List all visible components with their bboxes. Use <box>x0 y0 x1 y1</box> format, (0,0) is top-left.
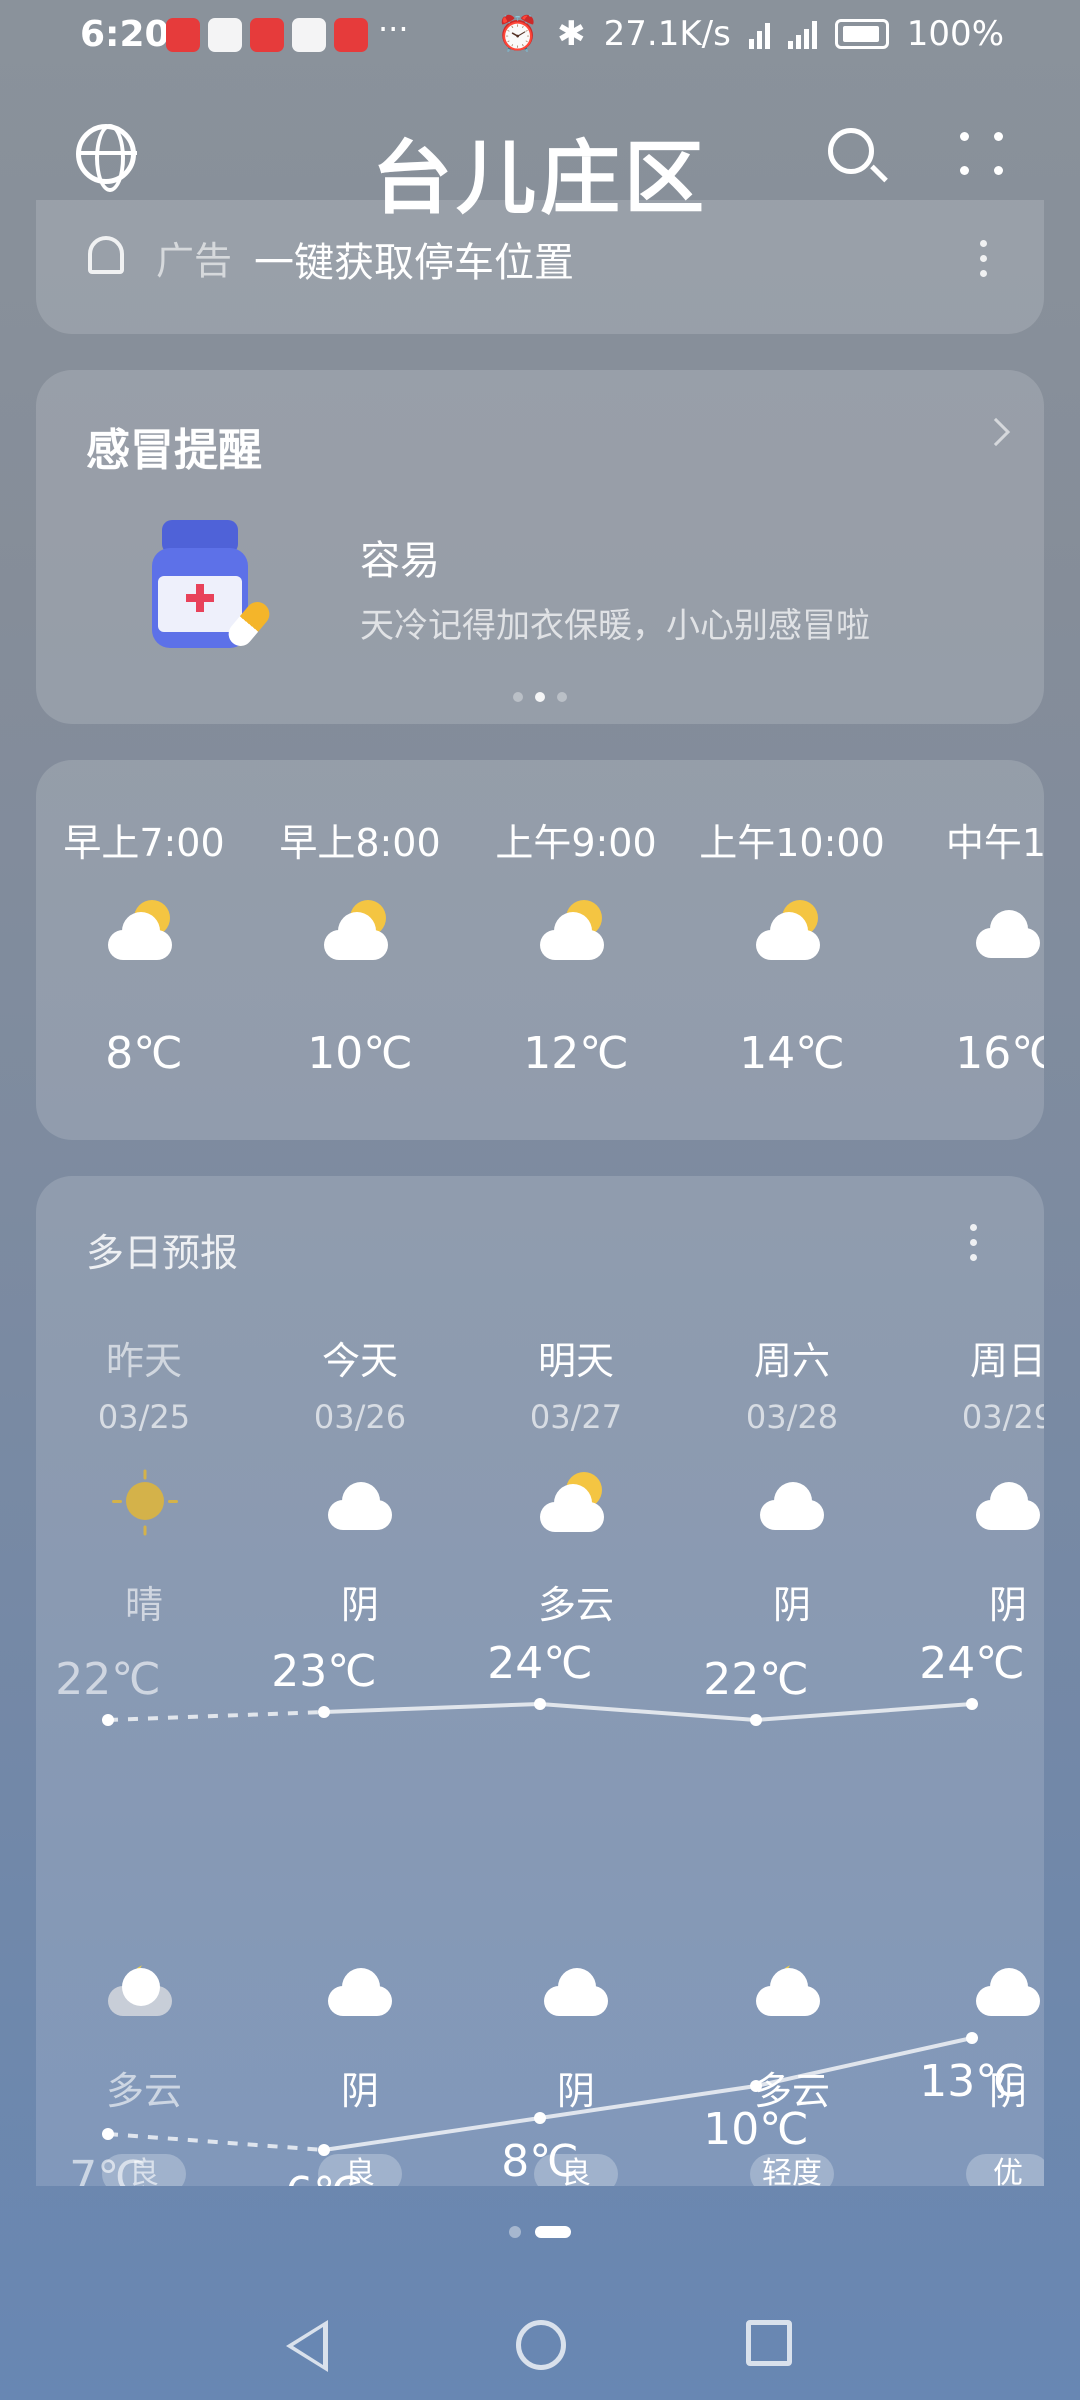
temperature-curve-chart: 22℃ 7℃ 23℃ 6℃ 24℃ 8℃ 22℃ 10℃ 24℃ 13℃ <box>55 1638 1024 2186</box>
hour-item[interactable]: 早上8:00 10℃ <box>252 760 468 1140</box>
low-temp-label: 8℃ <box>501 2136 578 2186</box>
high-temp-segment <box>107 1710 325 1722</box>
hour-time: 上午9:00 <box>495 821 657 865</box>
high-temp-point <box>102 1714 114 1726</box>
high-temp-point <box>534 1698 546 1710</box>
hour-temp: 14℃ <box>739 1028 845 1079</box>
hour-time: 上午10:00 <box>699 821 885 865</box>
high-temp-label: 22℃ <box>703 1654 808 1705</box>
recent-apps-icon[interactable] <box>746 2320 792 2366</box>
ad-tag: 广告 <box>156 239 233 283</box>
app-notification-icon <box>250 18 284 52</box>
low-temp-label: 10℃ <box>703 2104 808 2155</box>
ad-card[interactable]: 广告 一键获取停车位置 <box>36 200 1044 334</box>
ad-text: 一键获取停车位置 <box>254 240 574 286</box>
home-icon[interactable] <box>516 2320 566 2370</box>
low-temp-point <box>750 2080 762 2092</box>
hourly-forecast-card[interactable]: 早上7:00 8℃ 早上8:00 10℃ 上午9:00 12℃ 上午10:00 … <box>36 760 1044 1140</box>
status-bar: 6:20 ··· ⏰ ✱ 27.1K/s 100% <box>0 0 1080 72</box>
alarm-icon: ⏰ <box>496 14 540 54</box>
high-temp-segment <box>539 1702 757 1722</box>
high-temp-segment <box>323 1702 541 1714</box>
flu-description: 天冷记得加衣保暖，小心别感冒啦 <box>360 606 870 646</box>
low-temp-segment <box>107 2132 325 2152</box>
hour-temp: 8℃ <box>105 1028 183 1079</box>
low-temp-label: 13℃ <box>919 2056 1024 2107</box>
network-speed: 27.1K/s <box>603 14 731 54</box>
bell-icon <box>88 236 124 274</box>
hour-temp: 10℃ <box>307 1028 413 1079</box>
status-right: ⏰ ✱ 27.1K/s 100% <box>497 14 1004 54</box>
hour-temp: 16℃ <box>955 1028 1044 1079</box>
hour-item[interactable]: 上午9:00 12℃ <box>468 760 684 1140</box>
notification-icons <box>166 18 368 52</box>
low-temp-point <box>534 2112 546 2124</box>
navigation-bar <box>0 2300 1080 2400</box>
partly-cloudy-icon <box>540 900 614 960</box>
low-temp-label: 7℃ <box>69 2152 146 2186</box>
low-temp-point <box>966 2032 978 2044</box>
huawei-app-icon <box>166 18 200 52</box>
high-temp-label: 24℃ <box>487 1638 592 1689</box>
high-temp-point <box>750 1714 762 1726</box>
card-pager-dots <box>36 692 1044 702</box>
high-temp-label: 22℃ <box>55 1654 160 1705</box>
wechat-icon <box>208 18 242 52</box>
high-temp-segment <box>755 1702 973 1722</box>
low-temp-point <box>102 2128 114 2140</box>
partly-cloudy-icon <box>324 900 398 960</box>
battery-icon <box>834 19 889 49</box>
hour-item[interactable]: 中午11 16℃ <box>900 760 1044 1140</box>
page-indicator <box>0 2226 1080 2238</box>
chevron-right-icon[interactable] <box>981 417 1011 447</box>
ad-more-icon[interactable] <box>980 240 988 280</box>
low-temp-point <box>318 2144 330 2156</box>
partly-cloudy-icon <box>756 900 830 960</box>
hour-time: 早上7:00 <box>63 821 225 865</box>
daily-forecast-card[interactable]: 多日预报 昨天 03/25 晴 多云 良 今天 03/26 阴 阴 良 明天 0… <box>36 1176 1044 2186</box>
hour-time: 早上8:00 <box>279 821 441 865</box>
high-temp-point <box>966 1698 978 1710</box>
search-icon[interactable] <box>828 128 874 174</box>
hour-time: 中午11 <box>945 821 1044 865</box>
hour-item[interactable]: 早上7:00 8℃ <box>36 760 252 1140</box>
more-notifications-icon: ··· <box>378 10 409 48</box>
signal-icon <box>787 19 817 49</box>
high-temp-label: 23℃ <box>271 1646 376 1697</box>
back-icon[interactable] <box>286 2320 328 2372</box>
bluetooth-icon: ✱ <box>557 14 586 54</box>
low-temp-label: 6℃ <box>285 2168 362 2186</box>
more-menu-icon[interactable] <box>960 132 1010 182</box>
wifi-icon <box>748 19 770 49</box>
hour-temp: 12℃ <box>523 1028 629 1079</box>
high-temp-point <box>318 1706 330 1718</box>
baidu-icon <box>292 18 326 52</box>
hour-item[interactable]: 上午10:00 14℃ <box>684 760 900 1140</box>
flu-level: 容易 <box>360 538 440 584</box>
reader-app-icon <box>334 18 368 52</box>
flu-title: 感冒提醒 <box>86 425 262 476</box>
header: 台儿庄区 <box>0 110 1080 225</box>
battery-level: 100% <box>906 14 1004 54</box>
cloudy-icon <box>972 900 1044 960</box>
flu-reminder-card[interactable]: 感冒提醒 容易 天冷记得加衣保暖，小心别感冒啦 <box>36 370 1044 724</box>
high-temp-label: 24℃ <box>919 1638 1024 1689</box>
partly-cloudy-icon <box>108 900 182 960</box>
status-time: 6:20 <box>80 14 170 55</box>
